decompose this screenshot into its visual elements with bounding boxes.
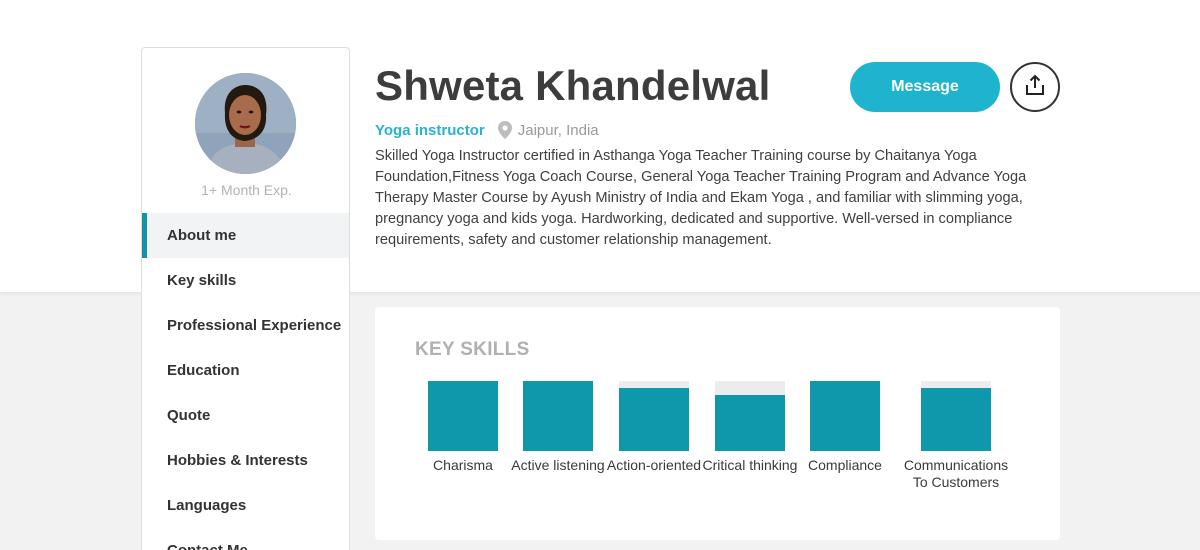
sidebar-item-education[interactable]: Education [142, 348, 349, 393]
key-skills-card: KEY SKILLS Charisma Active listening Act… [375, 307, 1060, 540]
key-skills-title: KEY SKILLS [415, 339, 530, 360]
skill-level-track [715, 381, 785, 451]
sidebar-item-hobbies-interests[interactable]: Hobbies & Interests [142, 438, 349, 483]
skill-level-track [428, 381, 498, 451]
skill-level-track [921, 381, 991, 451]
share-button[interactable] [1010, 62, 1060, 112]
profile-name: Shweta Khandelwal [375, 62, 771, 109]
profile-bio: Skilled Yoga Instructor certified in Ast… [375, 148, 1027, 248]
location-pin-icon [497, 121, 512, 139]
sidebar-nav: About me Key skills Professional Experie… [142, 213, 349, 550]
skill-level-track [810, 381, 880, 451]
sidebar-item-quote[interactable]: Quote [142, 393, 349, 438]
job-title: Yoga instructor [375, 121, 485, 139]
location-text: Jaipur, India [517, 121, 599, 139]
skill-level-bar [523, 381, 593, 451]
sidebar-item-professional-experience[interactable]: Professional Experience [142, 303, 349, 348]
avatar [195, 73, 296, 174]
skill-label: Communications To Customers [903, 457, 1009, 490]
experience-label: 1+ Month Exp. [201, 182, 292, 198]
message-button[interactable]: Message [850, 62, 1000, 112]
skill-level-track [619, 381, 689, 451]
role-location-row: Yoga instructor Jaipur, India [375, 120, 599, 140]
skill-level-bar [428, 381, 498, 451]
skill-level-bar [810, 381, 880, 451]
skill-level-track [523, 381, 593, 451]
profile-sidebar: 1+ Month Exp. About me Key skills Profes… [141, 47, 350, 550]
sidebar-item-about-me[interactable]: About me [142, 213, 349, 258]
skill-level-bar [921, 388, 991, 451]
sidebar-item-languages[interactable]: Languages [142, 483, 349, 528]
skill-label: Compliance [808, 457, 882, 473]
skill-level-bar [715, 395, 785, 451]
sidebar-item-contact-me[interactable]: Contact Me [142, 528, 349, 550]
share-upload-icon [1025, 74, 1045, 101]
skill-level-bar [619, 388, 689, 451]
sidebar-item-key-skills[interactable]: Key skills [142, 258, 349, 303]
